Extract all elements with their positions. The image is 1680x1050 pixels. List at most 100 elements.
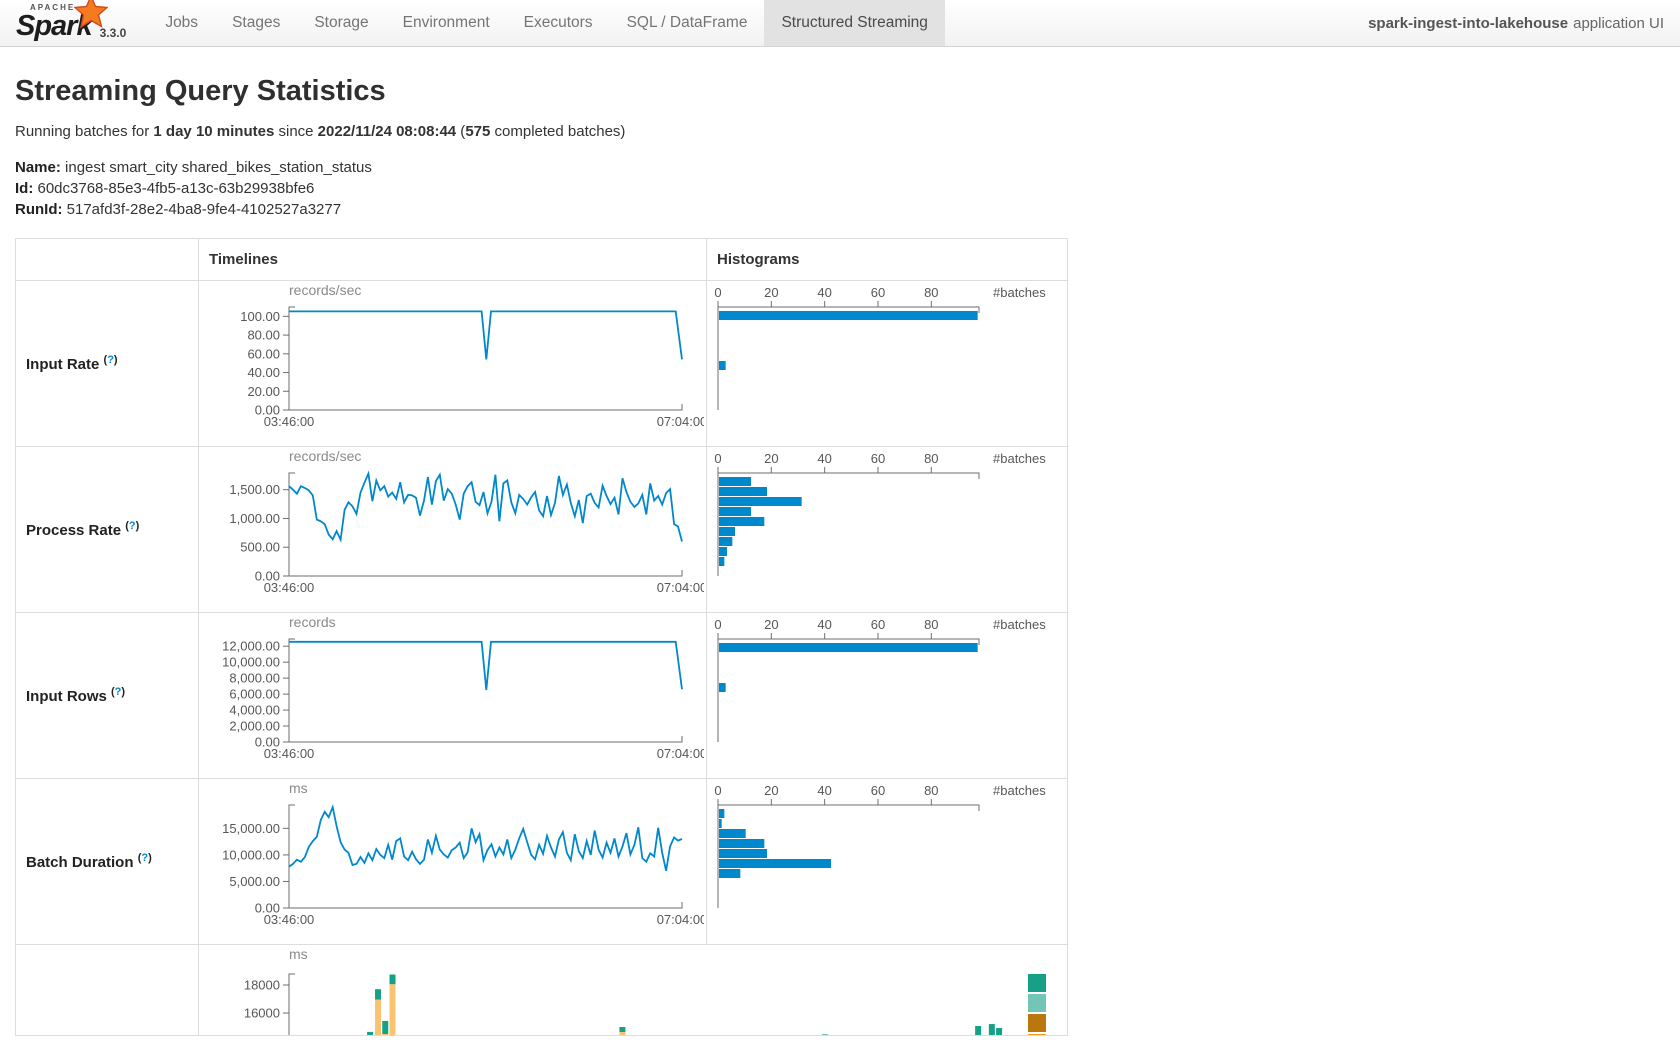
histogram-bar <box>719 859 831 868</box>
histogram-bar <box>719 477 751 486</box>
histogram-bar <box>719 527 735 536</box>
statistics-table: Timelines Histograms Input Rate (?) reco… <box>15 238 1068 1036</box>
tab-stages[interactable]: Stages <box>215 0 297 46</box>
stacked-bar-segment <box>367 1032 373 1035</box>
tab-storage[interactable]: Storage <box>297 0 385 46</box>
svg-text:0: 0 <box>714 617 721 632</box>
header-empty <box>16 239 199 281</box>
running-since: 2022/11/24 08:08:44 <box>318 123 456 140</box>
svg-text:15,000.00: 15,000.00 <box>222 821 280 836</box>
svg-text:60: 60 <box>871 451 885 466</box>
completed-batches-count: 575 <box>465 123 490 140</box>
svg-text:10,000.00: 10,000.00 <box>222 655 280 670</box>
svg-text:10,000.00: 10,000.00 <box>222 847 280 862</box>
stacked-bar-segment <box>975 1026 981 1035</box>
svg-text:80: 80 <box>924 617 938 632</box>
svg-text:20: 20 <box>764 783 778 798</box>
batch-duration-timeline-chart: ms0.005,000.0010,000.0015,000.0003:46:00… <box>199 779 704 934</box>
stacked-bar-segment <box>389 984 395 1035</box>
svg-text:80: 80 <box>924 783 938 798</box>
tab-structured-streaming[interactable]: Structured Streaming <box>764 0 944 46</box>
unit-label: records <box>289 614 336 630</box>
stacked-bar-segment <box>619 1027 625 1032</box>
histogram-bar <box>719 311 978 320</box>
query-name-line: Name: ingest smart_city shared_bikes_sta… <box>15 157 1665 178</box>
histogram-bar <box>719 839 764 848</box>
spark-star-icon <box>74 0 108 29</box>
svg-text:60: 60 <box>871 617 885 632</box>
svg-text:03:46:00: 03:46:00 <box>264 414 315 429</box>
svg-text:0: 0 <box>714 451 721 466</box>
stacked-bar-segment <box>996 1028 1002 1035</box>
table-row-batch-duration: Batch Duration (?) ms0.005,000.0010,000.… <box>16 779 1068 945</box>
svg-text:20: 20 <box>764 285 778 300</box>
svg-text:80: 80 <box>924 285 938 300</box>
svg-text:16000: 16000 <box>244 1006 280 1021</box>
input-rows-histogram-chart: 020406080#batches <box>707 613 1066 768</box>
svg-text:1,500.00: 1,500.00 <box>229 482 280 497</box>
input-rate-histogram-chart: 020406080#batches <box>707 281 1066 436</box>
navbar: APACHE Spark 3.3.0 Jobs Stages Storage E… <box>0 0 1680 47</box>
timeline-line <box>289 474 682 542</box>
row-label-batch-duration: Batch Duration (?) <box>16 779 199 945</box>
input-rate-timeline-chart: records/sec0.0020.0040.0060.0080.00100.0… <box>199 281 704 436</box>
row-label-input-rows: Input Rows (?) <box>16 613 199 779</box>
histogram-bar <box>719 683 726 692</box>
svg-text:07:04:00: 07:04:00 <box>657 580 704 595</box>
svg-text:0: 0 <box>714 783 721 798</box>
histogram-bar <box>719 809 724 818</box>
table-row-input-rows: Input Rows (?) records0.002,000.004,000.… <box>16 613 1068 779</box>
svg-text:07:04:00: 07:04:00 <box>657 414 704 429</box>
svg-text:8,000.00: 8,000.00 <box>229 671 280 686</box>
stacked-bar-segment <box>375 989 381 1000</box>
svg-text:5,000.00: 5,000.00 <box>229 874 280 889</box>
svg-text:500.00: 500.00 <box>240 540 280 555</box>
histogram-bar <box>719 643 978 652</box>
table-header-row: Timelines Histograms <box>16 239 1068 281</box>
row-label-process-rate: Process Rate (?) <box>16 447 199 613</box>
nav-tabs: Jobs Stages Storage Environment Executor… <box>148 0 945 46</box>
stacked-bar-segment <box>375 1000 381 1035</box>
batches-label: #batches <box>993 783 1046 798</box>
batches-label: #batches <box>993 451 1046 466</box>
legend-swatch <box>1028 974 1046 992</box>
row-label-operation-duration <box>16 945 199 1036</box>
spark-logo[interactable]: APACHE Spark 3.3.0 <box>0 0 126 46</box>
timeline-line <box>289 807 682 871</box>
query-id-line: Id: 60dc3768-85e3-4fb5-a13c-63b29938bfe6 <box>15 178 1665 199</box>
histogram-bar <box>719 829 746 838</box>
legend-swatch <box>1028 1034 1046 1035</box>
histogram-bar <box>719 507 751 516</box>
unit-label: records/sec <box>289 448 361 464</box>
input-rate-help-link[interactable]: ? <box>107 354 114 366</box>
stacked-bar-segment <box>382 1034 388 1035</box>
svg-text:18000: 18000 <box>244 978 280 993</box>
row-label-input-rate: Input Rate (?) <box>16 281 199 447</box>
application-name-bold: spark-ingest-into-lakehouse <box>1368 15 1568 32</box>
timeline-line <box>289 642 682 690</box>
svg-text:20.00: 20.00 <box>247 384 280 399</box>
input-rows-timeline-chart: records0.002,000.004,000.006,000.008,000… <box>199 613 704 768</box>
stacked-bar-segment <box>822 1034 828 1035</box>
process-rate-help-link[interactable]: ? <box>129 520 136 532</box>
histogram-bar <box>719 557 724 566</box>
svg-text:4,000.00: 4,000.00 <box>229 703 280 718</box>
tab-environment[interactable]: Environment <box>386 0 507 46</box>
tab-jobs[interactable]: Jobs <box>148 0 215 46</box>
tab-executors[interactable]: Executors <box>507 0 610 46</box>
svg-text:03:46:00: 03:46:00 <box>264 580 315 595</box>
svg-text:100.00: 100.00 <box>240 309 280 324</box>
svg-text:60: 60 <box>871 285 885 300</box>
svg-text:40: 40 <box>817 617 831 632</box>
svg-text:40: 40 <box>817 451 831 466</box>
histogram-bar <box>719 497 802 506</box>
tab-sql-dataframe[interactable]: SQL / DataFrame <box>610 0 765 46</box>
unit-label: records/sec <box>289 282 361 298</box>
table-row-process-rate: Process Rate (?) records/sec0.00500.001,… <box>16 447 1068 613</box>
batches-label: #batches <box>993 617 1046 632</box>
stacked-bar-segment <box>382 1021 388 1034</box>
application-name: spark-ingest-into-lakehouse application … <box>1368 0 1664 47</box>
running-summary: Running batches for 1 day 10 minutes sin… <box>15 123 1665 140</box>
running-duration: 1 day 10 minutes <box>153 123 274 140</box>
svg-text:2,000.00: 2,000.00 <box>229 719 280 734</box>
